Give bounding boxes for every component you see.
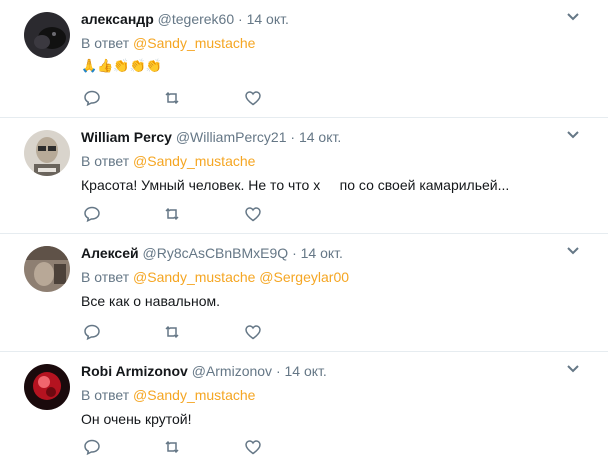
tweet-actions xyxy=(83,89,283,109)
reply-context: В ответ @Sandy_mustache @Sergeylar00 xyxy=(81,268,578,286)
tweet-text: Красота! Умный человек. Не то что х по с… xyxy=(81,177,510,193)
display-name[interactable]: александр xyxy=(81,11,154,27)
tweet-text: Он очень крутой! xyxy=(81,411,192,427)
retweet-icon[interactable] xyxy=(163,89,181,107)
reply-prefix: В ответ xyxy=(81,387,130,403)
tweet-text: 🙏👍👏👏👏 xyxy=(81,56,578,75)
chevron-down-icon[interactable] xyxy=(566,364,580,374)
mention-link[interactable]: @Sandy_mustache xyxy=(133,153,255,169)
tweet-actions xyxy=(83,323,283,343)
handle[interactable]: @tegerek60 xyxy=(158,11,234,27)
reply-icon[interactable] xyxy=(83,205,101,223)
timestamp[interactable]: · 14 окт. xyxy=(290,129,341,145)
avatar[interactable] xyxy=(24,246,70,292)
reply-icon[interactable] xyxy=(83,323,101,341)
tweet-actions xyxy=(83,205,283,225)
tweet-header: William Percy @WilliamPercy21 · 14 окт. xyxy=(81,128,578,146)
avatar[interactable] xyxy=(24,364,70,410)
reply-context: В ответ @Sandy_mustache xyxy=(81,386,578,404)
chevron-down-icon[interactable] xyxy=(566,130,580,140)
tweet-text-emoji: 🙏👍👏👏👏 xyxy=(81,58,162,73)
like-icon[interactable] xyxy=(244,205,262,223)
mention-link[interactable]: @Sandy_mustache xyxy=(133,387,255,403)
like-icon[interactable] xyxy=(244,438,262,456)
display-name[interactable]: Robi Armizonov xyxy=(81,363,188,379)
handle[interactable]: @WilliamPercy21 xyxy=(176,129,287,145)
tweet[interactable]: William Percy @WilliamPercy21 · 14 окт. … xyxy=(0,118,608,234)
avatar[interactable] xyxy=(24,12,70,58)
like-icon[interactable] xyxy=(244,89,262,107)
tweet-text: Все как о навальном. xyxy=(81,293,221,309)
reply-context: В ответ @Sandy_mustache xyxy=(81,152,578,170)
tweet[interactable]: Robi Armizonov @Armizonov · 14 окт. В от… xyxy=(0,352,608,456)
timestamp[interactable]: · 14 окт. xyxy=(292,245,343,261)
tweet[interactable]: Алексей @Ry8cAsCBnBMxE9Q · 14 окт. В отв… xyxy=(0,234,608,352)
mention-link[interactable]: @Sandy_mustache @Sergeylar00 xyxy=(133,269,349,285)
handle[interactable]: @Armizonov xyxy=(192,363,272,379)
reply-context: В ответ @Sandy_mustache xyxy=(81,34,578,52)
tweet-actions xyxy=(83,438,283,458)
tweet-header: александр @tegerek60 · 14 окт. xyxy=(81,10,578,28)
avatar[interactable] xyxy=(24,130,70,176)
retweet-icon[interactable] xyxy=(163,205,181,223)
reply-prefix: В ответ xyxy=(81,35,130,51)
timestamp[interactable]: · 14 окт. xyxy=(238,11,289,27)
reply-icon[interactable] xyxy=(83,438,101,456)
display-name[interactable]: Алексей xyxy=(81,245,139,261)
timestamp[interactable]: · 14 окт. xyxy=(276,363,327,379)
handle[interactable]: @Ry8cAsCBnBMxE9Q xyxy=(143,245,289,261)
display-name[interactable]: William Percy xyxy=(81,129,172,145)
chevron-down-icon[interactable] xyxy=(566,12,580,22)
tweet-header: Robi Armizonov @Armizonov · 14 окт. xyxy=(81,362,578,380)
chevron-down-icon[interactable] xyxy=(566,246,580,256)
reply-icon[interactable] xyxy=(83,89,101,107)
retweet-icon[interactable] xyxy=(163,438,181,456)
tweet-header: Алексей @Ry8cAsCBnBMxE9Q · 14 окт. xyxy=(81,244,578,262)
retweet-icon[interactable] xyxy=(163,323,181,341)
reply-prefix: В ответ xyxy=(81,153,130,169)
tweet-feed: александр @tegerek60 · 14 окт. В ответ @… xyxy=(0,0,608,456)
reply-prefix: В ответ xyxy=(81,269,130,285)
tweet[interactable]: александр @tegerek60 · 14 окт. В ответ @… xyxy=(0,0,608,118)
mention-link[interactable]: @Sandy_mustache xyxy=(133,35,255,51)
like-icon[interactable] xyxy=(244,323,262,341)
